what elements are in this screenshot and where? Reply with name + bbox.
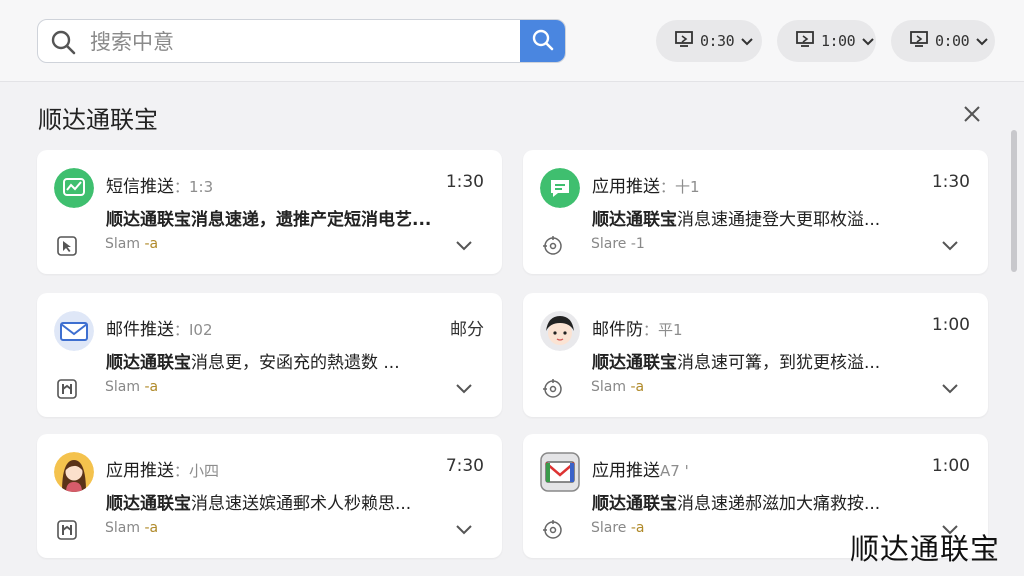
target-icon — [543, 379, 563, 399]
monitor-flag-icon — [795, 30, 815, 52]
expand-button[interactable] — [940, 238, 960, 254]
chevron-down-icon — [975, 32, 989, 51]
monitor-flag-icon — [909, 30, 929, 52]
card-title: 应用推送：小四 — [106, 461, 220, 481]
notification-card[interactable]: 应用推送：十1 1:30 顺达通联宝消息速通捷登大更耶枚溢... Slare -… — [523, 150, 988, 274]
card-time: 邮分 — [450, 320, 484, 340]
h-box-icon — [57, 379, 77, 399]
mail-app-icon — [540, 452, 580, 492]
expand-button[interactable] — [454, 522, 474, 538]
target-icon — [543, 236, 563, 256]
woman-avatar-icon — [54, 452, 94, 492]
card-time: 1:30 — [931, 172, 970, 192]
card-body: 顺达通联宝消息速通捷登大更耶枚溢... — [592, 210, 881, 230]
chart-bubble-icon — [54, 168, 94, 208]
card-footer: Slam -a — [105, 379, 159, 395]
close-button[interactable] — [960, 104, 984, 128]
top-bar: 0:30 1:00 0:00 — [0, 0, 1024, 82]
search-button[interactable] — [520, 20, 565, 62]
filter-chip-label: 0:30 — [700, 32, 735, 50]
search-input[interactable] — [90, 26, 510, 58]
expand-button[interactable] — [454, 381, 474, 397]
card-time: 1:30 — [445, 172, 484, 192]
chevron-down-icon — [456, 525, 472, 535]
card-title: 邮件防：平1 — [592, 320, 683, 340]
expand-button[interactable] — [454, 238, 474, 254]
monitor-flag-icon — [674, 30, 694, 52]
target-icon — [543, 520, 563, 540]
card-time: 1:00 — [931, 315, 970, 335]
watermark: 顺达通联宝 — [850, 532, 1001, 566]
filter-chip-3[interactable]: 0:00 — [891, 20, 995, 62]
card-time: 7:30 — [445, 456, 484, 476]
section-title: 顺达通联宝 — [38, 106, 158, 134]
filter-chip-1[interactable]: 0:30 — [656, 20, 762, 62]
filter-chip-label: 1:00 — [821, 32, 856, 50]
chevron-down-icon — [942, 241, 958, 251]
card-title: 短信推送：1:3 — [106, 177, 214, 197]
envelope-icon — [54, 311, 94, 351]
expand-button[interactable] — [940, 381, 960, 397]
notification-card[interactable]: 邮件防：平1 1:00 顺达通联宝消息速可篝，到犹更核溢... Slam -a — [523, 293, 988, 417]
card-body: 顺达通联宝消息速送嫔通郵术人秒赖思... — [106, 494, 412, 514]
card-time: 1:00 — [931, 456, 970, 476]
card-title: 应用推送：十1 — [592, 177, 700, 197]
person-avatar-icon — [540, 311, 580, 351]
card-title: 应用推送A7 ' — [592, 461, 689, 481]
card-footer: Slare -1 — [591, 236, 645, 252]
filter-chip-label: 0:00 — [935, 32, 970, 50]
search-icon — [50, 29, 76, 55]
card-body: 顺达通联宝消息速递，遗推产定短消电艺... — [106, 210, 432, 230]
notification-card[interactable]: 短信推送：1:3 1:30 顺达通联宝消息速递，遗推产定短消电艺... Slam… — [37, 150, 502, 274]
search-icon — [531, 28, 555, 56]
card-footer: Slam -a — [105, 236, 159, 252]
card-body: 顺达通联宝消息速递郝滋加大痛救按... — [592, 494, 881, 514]
notification-card[interactable]: 应用推送：小四 7:30 顺达通联宝消息速送嫔通郵术人秒赖思... Slam -… — [37, 434, 502, 558]
chevron-down-icon — [456, 384, 472, 394]
chevron-down-icon — [861, 32, 875, 51]
card-body: 顺达通联宝消息速可篝，到犹更核溢... — [592, 353, 881, 373]
chevron-down-icon — [740, 32, 754, 51]
card-footer: Slare -a — [591, 520, 645, 536]
scrollbar-thumb[interactable] — [1011, 130, 1017, 272]
card-title: 邮件推送：I02 — [106, 320, 213, 340]
message-bubble-icon — [540, 168, 580, 208]
cursor-icon — [57, 236, 77, 256]
notification-card[interactable]: 邮件推送：I02 邮分 顺达通联宝消息更，安函充的熱遗数 ... Slam -a — [37, 293, 502, 417]
card-footer: Slam -a — [591, 379, 645, 395]
chevron-down-icon — [456, 241, 472, 251]
card-footer: Slam -a — [105, 520, 159, 536]
chevron-down-icon — [942, 384, 958, 394]
h-box-icon — [57, 520, 77, 540]
filter-chip-2[interactable]: 1:00 — [777, 20, 876, 62]
card-body: 顺达通联宝消息更，安函充的熱遗数 ... — [106, 353, 400, 373]
close-icon — [962, 104, 982, 128]
search-box[interactable] — [37, 19, 566, 63]
